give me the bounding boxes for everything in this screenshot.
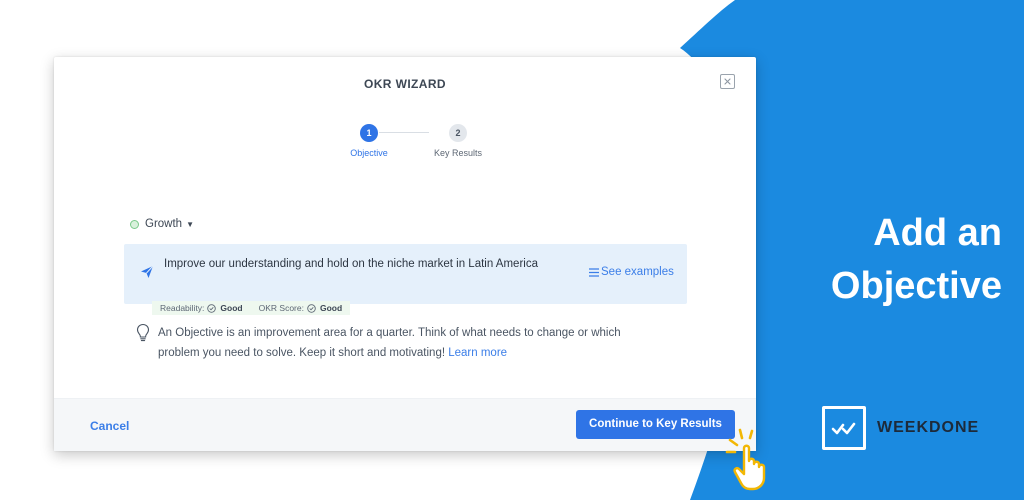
continue-to-key-results-button[interactable]: Continue to Key Results (576, 410, 735, 439)
check-circle-icon (307, 303, 316, 313)
check-circle-icon (207, 303, 217, 313)
see-examples-link[interactable]: See examples (589, 266, 674, 278)
okr-score-value: Good (319, 303, 343, 313)
paper-plane-icon (141, 265, 154, 278)
modal-title: OKR WIZARD (364, 77, 446, 91)
promo-heading-line-2: Objective (830, 265, 1002, 307)
close-button[interactable] (720, 74, 735, 89)
hint-body: An Objective is an improvement area for … (158, 327, 621, 359)
brand-name: WEEKDONE (877, 419, 980, 436)
lightbulb-icon (136, 323, 150, 342)
tag-dropdown[interactable]: Growth ▼ (130, 218, 194, 230)
score-bar: Readability: Good OKR Score: Good (152, 301, 351, 315)
weekdone-logo-icon (822, 406, 866, 450)
cancel-button[interactable]: Cancel (90, 419, 129, 433)
growth-dot-icon (130, 219, 139, 229)
readability-value: Good (220, 303, 243, 313)
modal-footer: Cancel Continue to Key Results (54, 398, 756, 451)
okr-wizard-modal: OKR WIZARD 1 Objective 2 Key Results Gro… (54, 57, 756, 451)
step-label: Key Results (433, 148, 483, 158)
objective-input[interactable]: Improve our understanding and hold on th… (124, 244, 687, 304)
brand-logo-block: WEEKDONE (822, 406, 979, 450)
step-objective[interactable]: 1 Objective (339, 124, 399, 158)
okr-score: OKR Score: Good (259, 303, 343, 313)
step-key-results[interactable]: 2 Key Results (428, 124, 488, 158)
promo-heading-line-1: Add an (873, 212, 1002, 254)
promo-heading: Add an Objective (762, 207, 1002, 313)
tag-label: Growth (145, 218, 183, 230)
step-number: 2 (449, 124, 467, 142)
okr-score-label: OKR Score: (258, 303, 304, 313)
close-icon (724, 78, 731, 85)
readability-label: Readability: (160, 303, 205, 313)
step-number: 1 (360, 124, 378, 142)
hint-text: An Objective is an improvement area for … (158, 323, 658, 363)
step-label: Objective (350, 148, 388, 158)
see-examples-label: See examples (601, 266, 674, 278)
list-icon (589, 267, 599, 277)
caret-down-icon: ▼ (186, 219, 194, 229)
readability-score: Readability: Good (160, 303, 243, 313)
pointer-hand-icon (725, 428, 766, 491)
wizard-stepper: 1 Objective 2 Key Results (342, 124, 492, 164)
objective-text[interactable]: Improve our understanding and hold on th… (164, 256, 554, 273)
learn-more-link[interactable]: Learn more (448, 347, 507, 359)
